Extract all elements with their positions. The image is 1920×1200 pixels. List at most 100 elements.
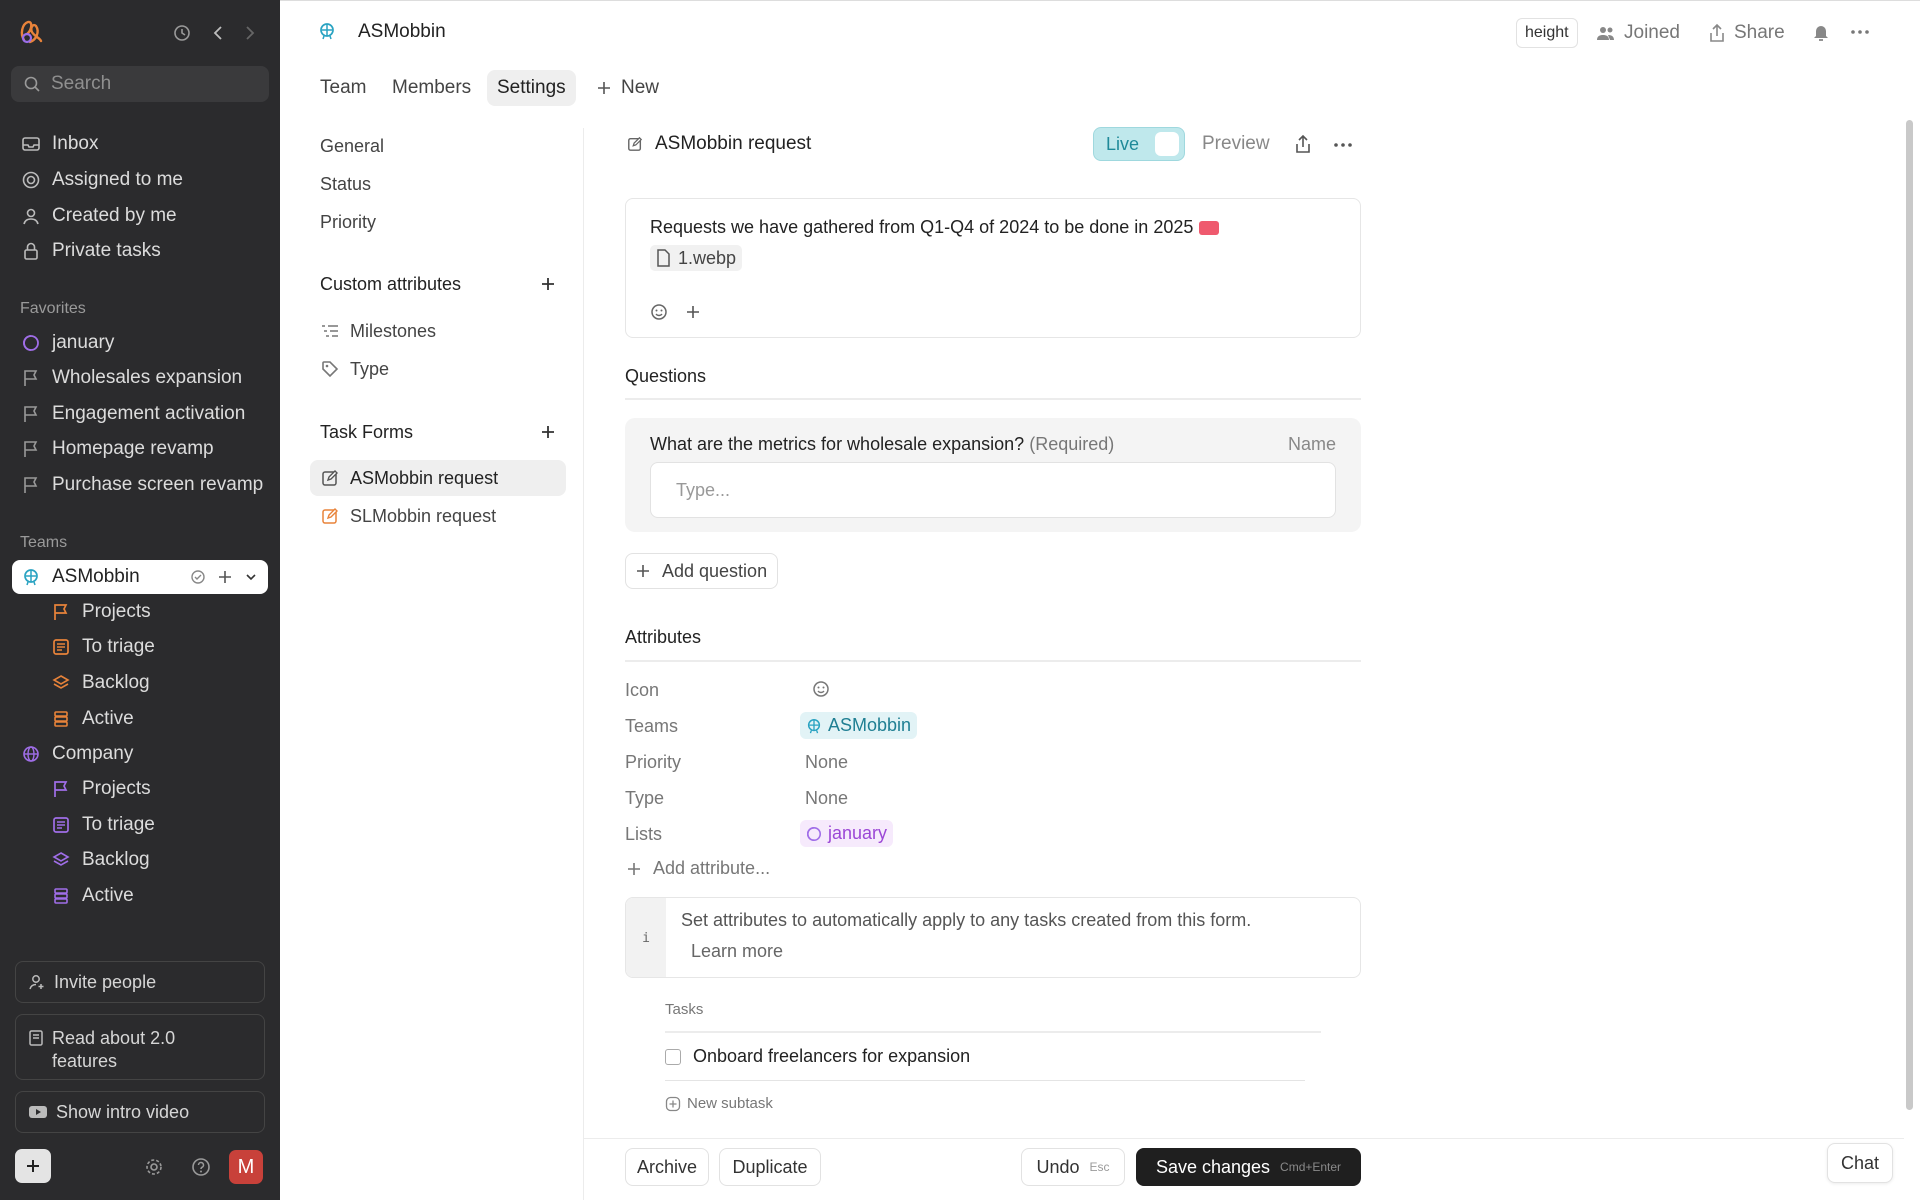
- target-icon: [20, 169, 42, 191]
- flag-icon: [20, 367, 42, 389]
- favorite-wholesales[interactable]: Wholesales expansion: [12, 362, 268, 394]
- team1-triage[interactable]: To triage: [42, 631, 268, 663]
- favorite-january[interactable]: january: [12, 327, 268, 359]
- more-icon[interactable]: [1851, 30, 1869, 34]
- undo-button[interactable]: Undo Esc: [1021, 1148, 1125, 1186]
- team2-active[interactable]: Active: [42, 880, 268, 912]
- list-circle-icon: [806, 826, 822, 841]
- add-question-button[interactable]: Add question: [625, 553, 779, 589]
- team2-projects[interactable]: Projects: [42, 773, 268, 805]
- tab-settings[interactable]: Settings: [487, 70, 576, 106]
- learn-more-link[interactable]: Learn more: [691, 941, 783, 962]
- app-logo-icon[interactable]: [18, 18, 44, 46]
- sidebar: Search Inbox Assigned to me Created by m…: [0, 0, 280, 1200]
- sidebar-team-company[interactable]: Company: [12, 738, 268, 770]
- sidebar-item-inbox[interactable]: Inbox: [12, 128, 268, 160]
- live-toggle[interactable]: Live: [1093, 127, 1185, 161]
- chevron-down-icon[interactable]: [244, 570, 258, 584]
- invite-people-button[interactable]: Invite people: [15, 961, 265, 1003]
- search-placeholder: Search: [51, 73, 112, 94]
- archive-button[interactable]: Archive: [625, 1148, 709, 1186]
- export-icon[interactable]: [1294, 134, 1312, 154]
- settings-nav-general[interactable]: General: [310, 128, 566, 164]
- save-changes-button[interactable]: Save changes Cmd+Enter: [1136, 1148, 1361, 1186]
- add-content-icon[interactable]: [686, 305, 700, 319]
- undo-label: Undo: [1036, 1156, 1080, 1177]
- attr-lists-label: Lists: [625, 824, 663, 844]
- sidebar-item-created[interactable]: Created by me: [12, 200, 268, 232]
- chat-button[interactable]: Chat: [1827, 1143, 1893, 1183]
- favorite-homepage[interactable]: Homepage revamp: [12, 433, 268, 465]
- more-icon[interactable]: [1334, 143, 1352, 147]
- back-icon[interactable]: [210, 24, 226, 42]
- edit-icon: [320, 507, 340, 525]
- tab-new[interactable]: New: [587, 70, 669, 106]
- settings-nav-asmobbin-request[interactable]: ASMobbin request: [310, 460, 566, 496]
- undo-shortcut: Esc: [1089, 1160, 1110, 1174]
- favorite-purchase[interactable]: Purchase screen revamp: [12, 469, 268, 501]
- read-about-button[interactable]: Read about 2.0 features: [15, 1014, 265, 1080]
- edit-icon: [627, 136, 643, 152]
- team2-backlog[interactable]: Backlog: [42, 844, 268, 876]
- duplicate-button[interactable]: Duplicate: [719, 1148, 821, 1186]
- bell-icon[interactable]: [1812, 22, 1830, 42]
- settings-nav-milestones[interactable]: Milestones: [310, 313, 566, 349]
- joined-button[interactable]: Joined: [1596, 20, 1680, 46]
- team1-backlog[interactable]: Backlog: [42, 667, 268, 699]
- globe-icon: [20, 743, 42, 765]
- team1-active[interactable]: Active: [42, 703, 268, 735]
- answer-input[interactable]: Type...: [650, 462, 1336, 518]
- sidebar-item-assigned[interactable]: Assigned to me: [12, 164, 268, 196]
- forward-icon[interactable]: [242, 24, 258, 42]
- help-icon[interactable]: [191, 1157, 211, 1177]
- favorite-engagement[interactable]: Engagement activation: [12, 398, 268, 430]
- attr-type-value[interactable]: None: [805, 788, 848, 809]
- check-circle-icon[interactable]: [190, 569, 206, 585]
- plus-icon[interactable]: [218, 570, 232, 584]
- new-subtask-button[interactable]: New subtask: [665, 1095, 773, 1112]
- emoji-icon: [812, 680, 830, 698]
- sidebar-item-label: Inbox: [52, 133, 99, 154]
- avatar[interactable]: M: [229, 1150, 263, 1184]
- attr-teams-value[interactable]: ASMobbin: [800, 712, 918, 739]
- brain-icon: [318, 22, 336, 40]
- team1-projects[interactable]: Projects: [42, 596, 268, 628]
- plus-icon: [627, 862, 641, 876]
- add-task-form-icon[interactable]: [538, 422, 558, 442]
- task-checkbox[interactable]: [665, 1048, 681, 1065]
- sidebar-team-asmobbin[interactable]: ASMobbin: [12, 560, 268, 594]
- settings-nav-status[interactable]: Status: [310, 166, 566, 202]
- settings-nav-slmobbin-request[interactable]: SLMobbin request: [310, 498, 566, 534]
- team2-triage[interactable]: To triage: [42, 809, 268, 841]
- tasks-heading: Tasks: [665, 1001, 704, 1018]
- attr-icon-value[interactable]: [812, 680, 830, 698]
- attr-lists-value[interactable]: january: [800, 820, 894, 847]
- emoji-icon[interactable]: [650, 303, 668, 321]
- settings-nav-type[interactable]: Type: [310, 351, 566, 387]
- footer-divider: [584, 1138, 1904, 1139]
- tab-members[interactable]: Members: [382, 70, 481, 106]
- preview-button[interactable]: Preview: [1202, 133, 1270, 155]
- inbox-icon: [20, 133, 42, 155]
- add-button[interactable]: [15, 1149, 51, 1183]
- description-box[interactable]: Requests we have gathered from Q1-Q4 of …: [625, 198, 1361, 338]
- question-field-type[interactable]: Name: [1288, 434, 1336, 455]
- add-custom-attribute-icon[interactable]: [538, 274, 558, 294]
- add-attribute-button[interactable]: Add attribute...: [627, 858, 770, 879]
- sidebar-item-label: Active: [82, 885, 134, 906]
- list-chip-label: january: [828, 823, 888, 843]
- history-icon[interactable]: [173, 24, 191, 42]
- attr-priority-value[interactable]: None: [805, 752, 848, 773]
- attachment-chip[interactable]: 1.webp: [650, 245, 743, 271]
- settings-nav-priority[interactable]: Priority: [310, 204, 566, 240]
- scrollbar[interactable]: [1906, 120, 1913, 1110]
- intro-video-button[interactable]: Show intro video: [15, 1091, 265, 1133]
- share-button[interactable]: Share: [1708, 20, 1785, 46]
- tab-team[interactable]: Team: [310, 70, 376, 106]
- height-badge[interactable]: height: [1516, 18, 1578, 48]
- search-input[interactable]: Search: [11, 66, 269, 102]
- sidebar-item-private[interactable]: Private tasks: [12, 235, 268, 267]
- sidebar-item-label: Created by me: [52, 205, 177, 226]
- settings-icon[interactable]: [144, 1157, 164, 1177]
- task-row[interactable]: Onboard freelancers for expansion: [665, 1046, 970, 1067]
